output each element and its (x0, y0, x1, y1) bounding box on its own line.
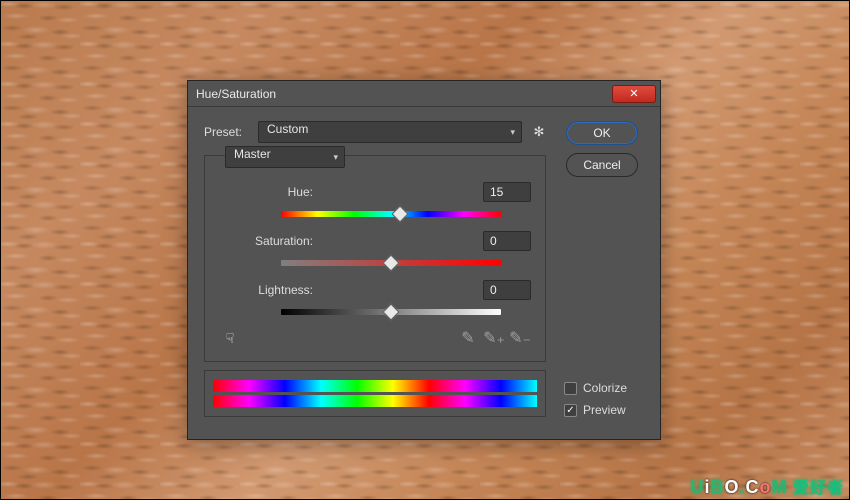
channel-dropdown[interactable]: Master ▾ (225, 146, 345, 168)
watermark: UiBO.CoM 爱好者 (691, 474, 845, 498)
spectrum-box (204, 370, 546, 417)
hue-row: Hue: 15 (219, 182, 531, 202)
close-button[interactable]: ✕ (612, 85, 656, 103)
slider-group: Hue: 15 Saturation: 0 (219, 182, 531, 321)
spectrum-output (213, 395, 537, 407)
chevron-down-icon: ▾ (510, 127, 515, 138)
colorize-label: Colorize (583, 381, 627, 395)
adjust-panel: Master ▾ Hue: 15 (204, 155, 546, 362)
preview-checkbox[interactable]: Preview (564, 403, 626, 417)
eyedropper-icon[interactable]: ✎ (459, 329, 477, 347)
lightness-row: Lightness: 0 (219, 280, 531, 300)
canvas-background: Hue/Saturation ✕ Preset: Custom ▾ ✻ (0, 0, 850, 500)
eyedropper-add-icon[interactable]: ✎₊ (485, 329, 503, 347)
checkbox-checked-icon (564, 404, 577, 417)
tool-row: ☟ ✎ ✎₊ ✎₋ (219, 329, 531, 347)
dialog-body: Preset: Custom ▾ ✻ Master ▾ (188, 107, 660, 429)
channel-value: Master (234, 147, 271, 161)
checkbox-icon (564, 382, 577, 395)
colorize-checkbox[interactable]: Colorize (564, 381, 627, 395)
saturation-thumb[interactable] (383, 255, 400, 272)
preset-row: Preset: Custom ▾ ✻ (204, 121, 546, 143)
preset-dropdown[interactable]: Custom ▾ (258, 121, 522, 143)
gear-icon[interactable]: ✻ (532, 125, 546, 139)
saturation-input[interactable]: 0 (483, 231, 531, 251)
lightness-thumb[interactable] (383, 304, 400, 321)
dialog-left-column: Preset: Custom ▾ ✻ Master ▾ (204, 121, 546, 417)
close-icon: ✕ (629, 87, 638, 100)
chevron-down-icon: ▾ (333, 152, 338, 163)
saturation-label: Saturation: (219, 234, 313, 248)
ok-button[interactable]: OK (566, 121, 638, 145)
hue-input[interactable]: 15 (483, 182, 531, 202)
eyedropper-subtract-icon[interactable]: ✎₋ (511, 329, 529, 347)
preset-value: Custom (267, 122, 308, 136)
spectrum-input[interactable] (213, 380, 537, 392)
preset-label: Preset: (204, 125, 248, 139)
hue-label: Hue: (219, 185, 313, 199)
lightness-slider[interactable] (281, 303, 501, 321)
dialog-titlebar[interactable]: Hue/Saturation ✕ (188, 81, 660, 107)
lightness-label: Lightness: (219, 283, 313, 297)
eyedropper-group: ✎ ✎₊ ✎₋ (459, 329, 529, 347)
saturation-row: Saturation: 0 (219, 231, 531, 251)
preview-label: Preview (583, 403, 626, 417)
cancel-button[interactable]: Cancel (566, 153, 638, 177)
dialog-title: Hue/Saturation (196, 87, 612, 101)
lightness-input[interactable]: 0 (483, 280, 531, 300)
targeted-adjust-icon[interactable]: ☟ (221, 329, 239, 347)
hue-thumb[interactable] (391, 206, 408, 223)
saturation-slider[interactable] (281, 254, 501, 272)
hue-slider[interactable] (281, 205, 501, 223)
hue-saturation-dialog: Hue/Saturation ✕ Preset: Custom ▾ ✻ (187, 80, 661, 440)
dialog-right-column: OK Cancel Colorize Preview (560, 121, 644, 417)
